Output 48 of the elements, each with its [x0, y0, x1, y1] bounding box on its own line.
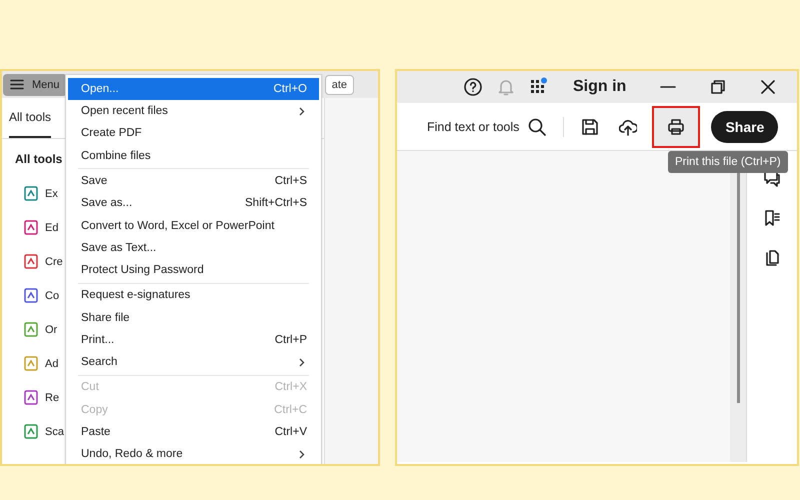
menu-item[interactable]: Save as... Shift+Ctrl+S: [68, 192, 319, 215]
tab[interactable]: All tools: [9, 98, 52, 138]
toolbar-button[interactable]: ate: [324, 74, 354, 94]
pages-icon: [763, 249, 781, 267]
print-button[interactable]: [654, 108, 698, 146]
tool-label[interactable]: Ex: [45, 188, 58, 200]
share-button[interactable]: Share: [711, 110, 778, 142]
search-icon: [527, 116, 548, 136]
tooltip: Print this file (Ctrl+P): [668, 151, 788, 173]
minimize-icon: [660, 86, 676, 88]
menu-item[interactable]: Undo, Redo & more: [68, 444, 319, 464]
help-button[interactable]: [463, 77, 483, 97]
menu-button[interactable]: Menu: [3, 74, 67, 96]
close-button[interactable]: [760, 79, 776, 95]
menu-icon: [10, 79, 24, 90]
help-icon: [463, 77, 483, 97]
restore-button[interactable]: [710, 79, 726, 95]
tool-label[interactable]: Cre: [45, 256, 63, 268]
menu-item[interactable]: Print... Ctrl+P: [68, 329, 319, 352]
close-icon: [760, 79, 776, 95]
menu-item[interactable]: Open... Ctrl+O: [68, 78, 319, 100]
tool-label[interactable]: Sca: [45, 426, 64, 438]
tool-label[interactable]: Ed: [45, 222, 58, 234]
menu-item[interactable]: Search: [68, 352, 319, 374]
sign-in-button[interactable]: Sign in: [573, 78, 626, 96]
tool-label[interactable]: Or: [45, 324, 58, 336]
tool-label[interactable]: Co: [45, 290, 60, 302]
menu-item[interactable]: Combine files: [68, 145, 319, 168]
menu-item[interactable]: Convert to Word, Excel or PowerPoint: [68, 214, 319, 238]
section-heading: All tools: [15, 152, 62, 168]
menu-item[interactable]: Request e-signatures: [68, 284, 319, 307]
bell-icon: [496, 77, 516, 97]
menu-item[interactable]: Share file: [68, 306, 319, 330]
save-icon: [581, 118, 600, 136]
printer-icon: [667, 118, 686, 136]
menu-item[interactable]: Save Ctrl+S: [68, 170, 319, 192]
menu-item[interactable]: Save as Text...: [68, 237, 319, 260]
minimize-button[interactable]: [660, 86, 676, 88]
find-button[interactable]: Find text or tools: [427, 116, 548, 136]
menu-item[interactable]: Create PDF: [68, 122, 319, 146]
menu-item[interactable]: Protect Using Password: [68, 260, 319, 282]
menu-item[interactable]: Paste Ctrl+V: [68, 421, 319, 444]
menu-item[interactable]: Open recent files: [68, 100, 319, 123]
bookmark-list-icon: [763, 209, 781, 227]
cloud-upload-icon: [619, 118, 638, 136]
tool-label[interactable]: Ad: [45, 358, 58, 370]
tool-label[interactable]: Re: [45, 392, 60, 404]
restore-icon: [710, 79, 726, 95]
